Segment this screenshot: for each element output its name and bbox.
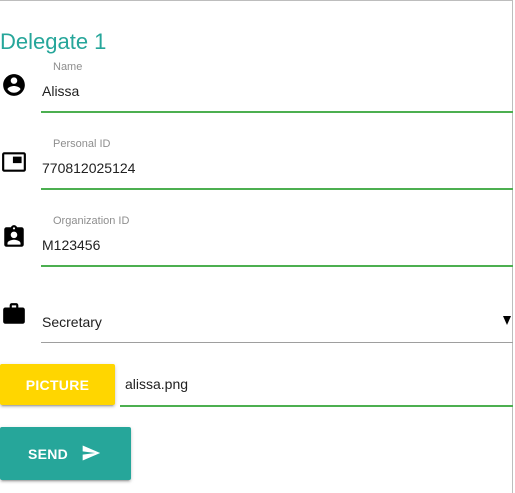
send-icon — [82, 445, 101, 461]
briefcase-icon — [3, 303, 25, 324]
badge-icon — [4, 225, 24, 247]
personal-id-underline — [41, 188, 513, 190]
personal-id-label: Personal ID — [53, 138, 111, 150]
account-circle-icon — [3, 74, 25, 96]
name-field[interactable]: Alissa — [42, 83, 79, 99]
personal-id-field[interactable]: 770812025124 — [42, 160, 135, 176]
picture-button[interactable]: PICTURE — [0, 364, 115, 405]
organization-id-field[interactable]: M123456 — [42, 237, 100, 253]
role-select-underline — [41, 342, 513, 343]
id-card-icon — [2, 152, 26, 172]
picture-filename: alissa.png — [125, 376, 189, 392]
role-select[interactable]: Secretary — [42, 314, 102, 330]
send-button-label: SEND — [28, 446, 69, 462]
send-button[interactable]: SEND — [0, 427, 131, 480]
dropdown-arrow-icon[interactable] — [503, 316, 511, 325]
organization-id-label: Organization ID — [53, 215, 130, 227]
name-label: Name — [53, 61, 83, 73]
form-title: Delegate 1 — [0, 29, 107, 54]
organization-id-underline — [41, 265, 513, 267]
picture-filename-underline — [120, 405, 513, 407]
name-field-underline — [41, 111, 513, 113]
form-panel: Delegate 1 Name Alissa Personal ID 77081… — [0, 0, 513, 493]
